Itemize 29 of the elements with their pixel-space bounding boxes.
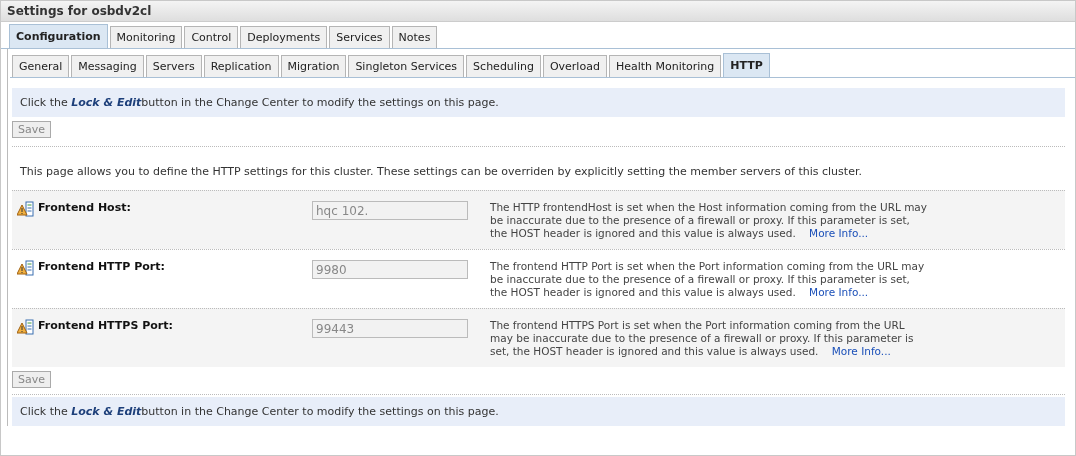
help-text: The HTTP frontendHost is set when the Host information coming from the URL may be inaccurate due to the presence of a firewall or proxy. If this parameter is set, the HOST header is ignored and this value is always used. More Info... (489, 201, 929, 241)
intro-text: This page allows you to define the HTTP settings for this cluster. These settings can be overriden by explicitly setting the member servers of this cluster. (19, 164, 863, 180)
warning-list-icon (17, 201, 35, 217)
field-label: Frontend Host: (38, 201, 131, 214)
warning-list-icon (17, 260, 35, 276)
help-text: The frontend HTTP Port is set when the Port information coming from the URL may be inaccurate due to the presence of a firewall or proxy. If this parameter is set, the HOST header is ignored and this value is always used. More Info... (489, 260, 926, 300)
tab[interactable]: Deployments (240, 26, 328, 48)
field-label: Frontend HTTPS Port: (38, 319, 173, 332)
tab[interactable]: Scheduling (466, 55, 541, 77)
tab[interactable]: HTTP (723, 53, 770, 77)
notice-banner: Click the Lock & Editbutton in the Change Center to modify the settings on this page. (12, 397, 1065, 426)
tab[interactable]: Migration (280, 55, 347, 77)
field-label: Frontend HTTP Port: (38, 260, 165, 273)
tab[interactable]: Configuration (9, 24, 108, 48)
tab[interactable]: Control (184, 26, 239, 48)
warning-list-icon (17, 319, 35, 335)
tab[interactable]: Notes (391, 26, 438, 48)
tab[interactable]: Health Monitoring (608, 55, 722, 77)
notice-banner: Click the Lock & Editbutton in the Change Center to modify the settings on this page. (12, 88, 1065, 117)
tab[interactable]: Servers (145, 55, 202, 77)
tab[interactable]: Singleton Services (348, 55, 465, 77)
window-title: Settings for osbdv2cl (1, 1, 1075, 22)
tab[interactable]: Services (329, 26, 390, 48)
tab[interactable]: Replication (203, 55, 279, 77)
help-text: The frontend HTTPS Port is set when the Port information coming from the URL may be inaccurate due to the presence of a firewall or proxy. If this parameter is set, the HOST header is ignored and this value is always used. More Info... (489, 319, 915, 359)
tab[interactable]: Monitoring (109, 26, 183, 48)
tab[interactable]: General (12, 55, 70, 77)
tab[interactable]: Overload (542, 55, 607, 77)
tab[interactable]: Messaging (71, 55, 144, 77)
